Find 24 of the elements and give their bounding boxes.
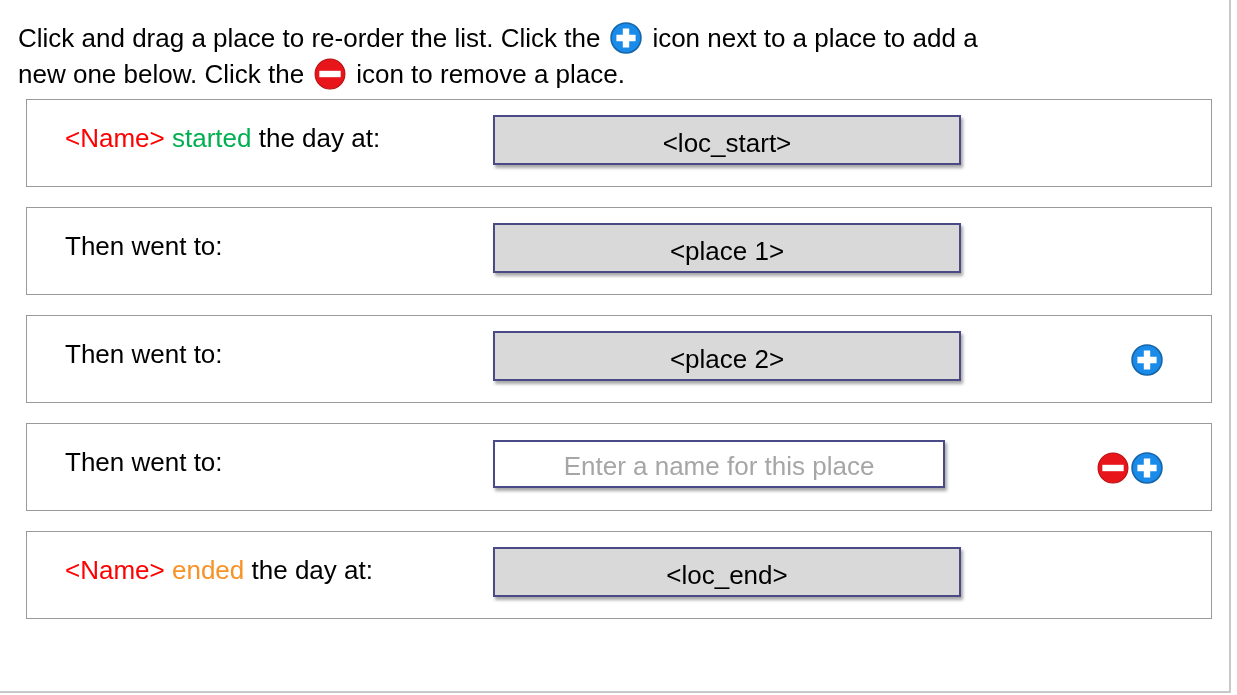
remove-icon[interactable] — [1097, 452, 1129, 484]
add-icon[interactable] — [1131, 344, 1163, 376]
place-card[interactable]: Then went to: <place 2> — [26, 315, 1212, 403]
instruction-text: icon to remove a place. — [356, 58, 625, 91]
place-field[interactable]: <loc_start> — [493, 115, 961, 165]
place-field[interactable]: <place 1> — [493, 223, 961, 273]
place-card[interactable]: Then went to: Enter a name for this place — [26, 423, 1212, 511]
row-label: Then went to: — [65, 338, 224, 370]
row-label: Then went to: — [65, 446, 224, 478]
place-field[interactable]: <loc_end> — [493, 547, 961, 597]
instruction-text: Click and drag a place to re-order the list. Click the — [18, 22, 601, 55]
add-icon — [610, 22, 643, 54]
add-icon[interactable] — [1131, 452, 1163, 484]
instruction-text: new one below. Click the — [18, 58, 305, 91]
remove-icon — [314, 58, 347, 90]
place-field[interactable]: <place 2> — [493, 331, 961, 381]
place-card[interactable]: <Name> started the day at: <loc_start> — [26, 99, 1212, 187]
row-label: <Name> ended the day at: — [65, 554, 374, 586]
row-label: <Name> started the day at: — [65, 122, 382, 154]
place-input-field[interactable]: Enter a name for this place — [493, 440, 945, 488]
row-label: Then went to: — [65, 230, 224, 262]
place-card[interactable]: <Name> ended the day at: <loc_end> — [26, 531, 1212, 619]
instruction-text: icon next to a place to add a — [652, 22, 978, 55]
place-card[interactable]: Then went to: <place 1> — [26, 207, 1212, 295]
